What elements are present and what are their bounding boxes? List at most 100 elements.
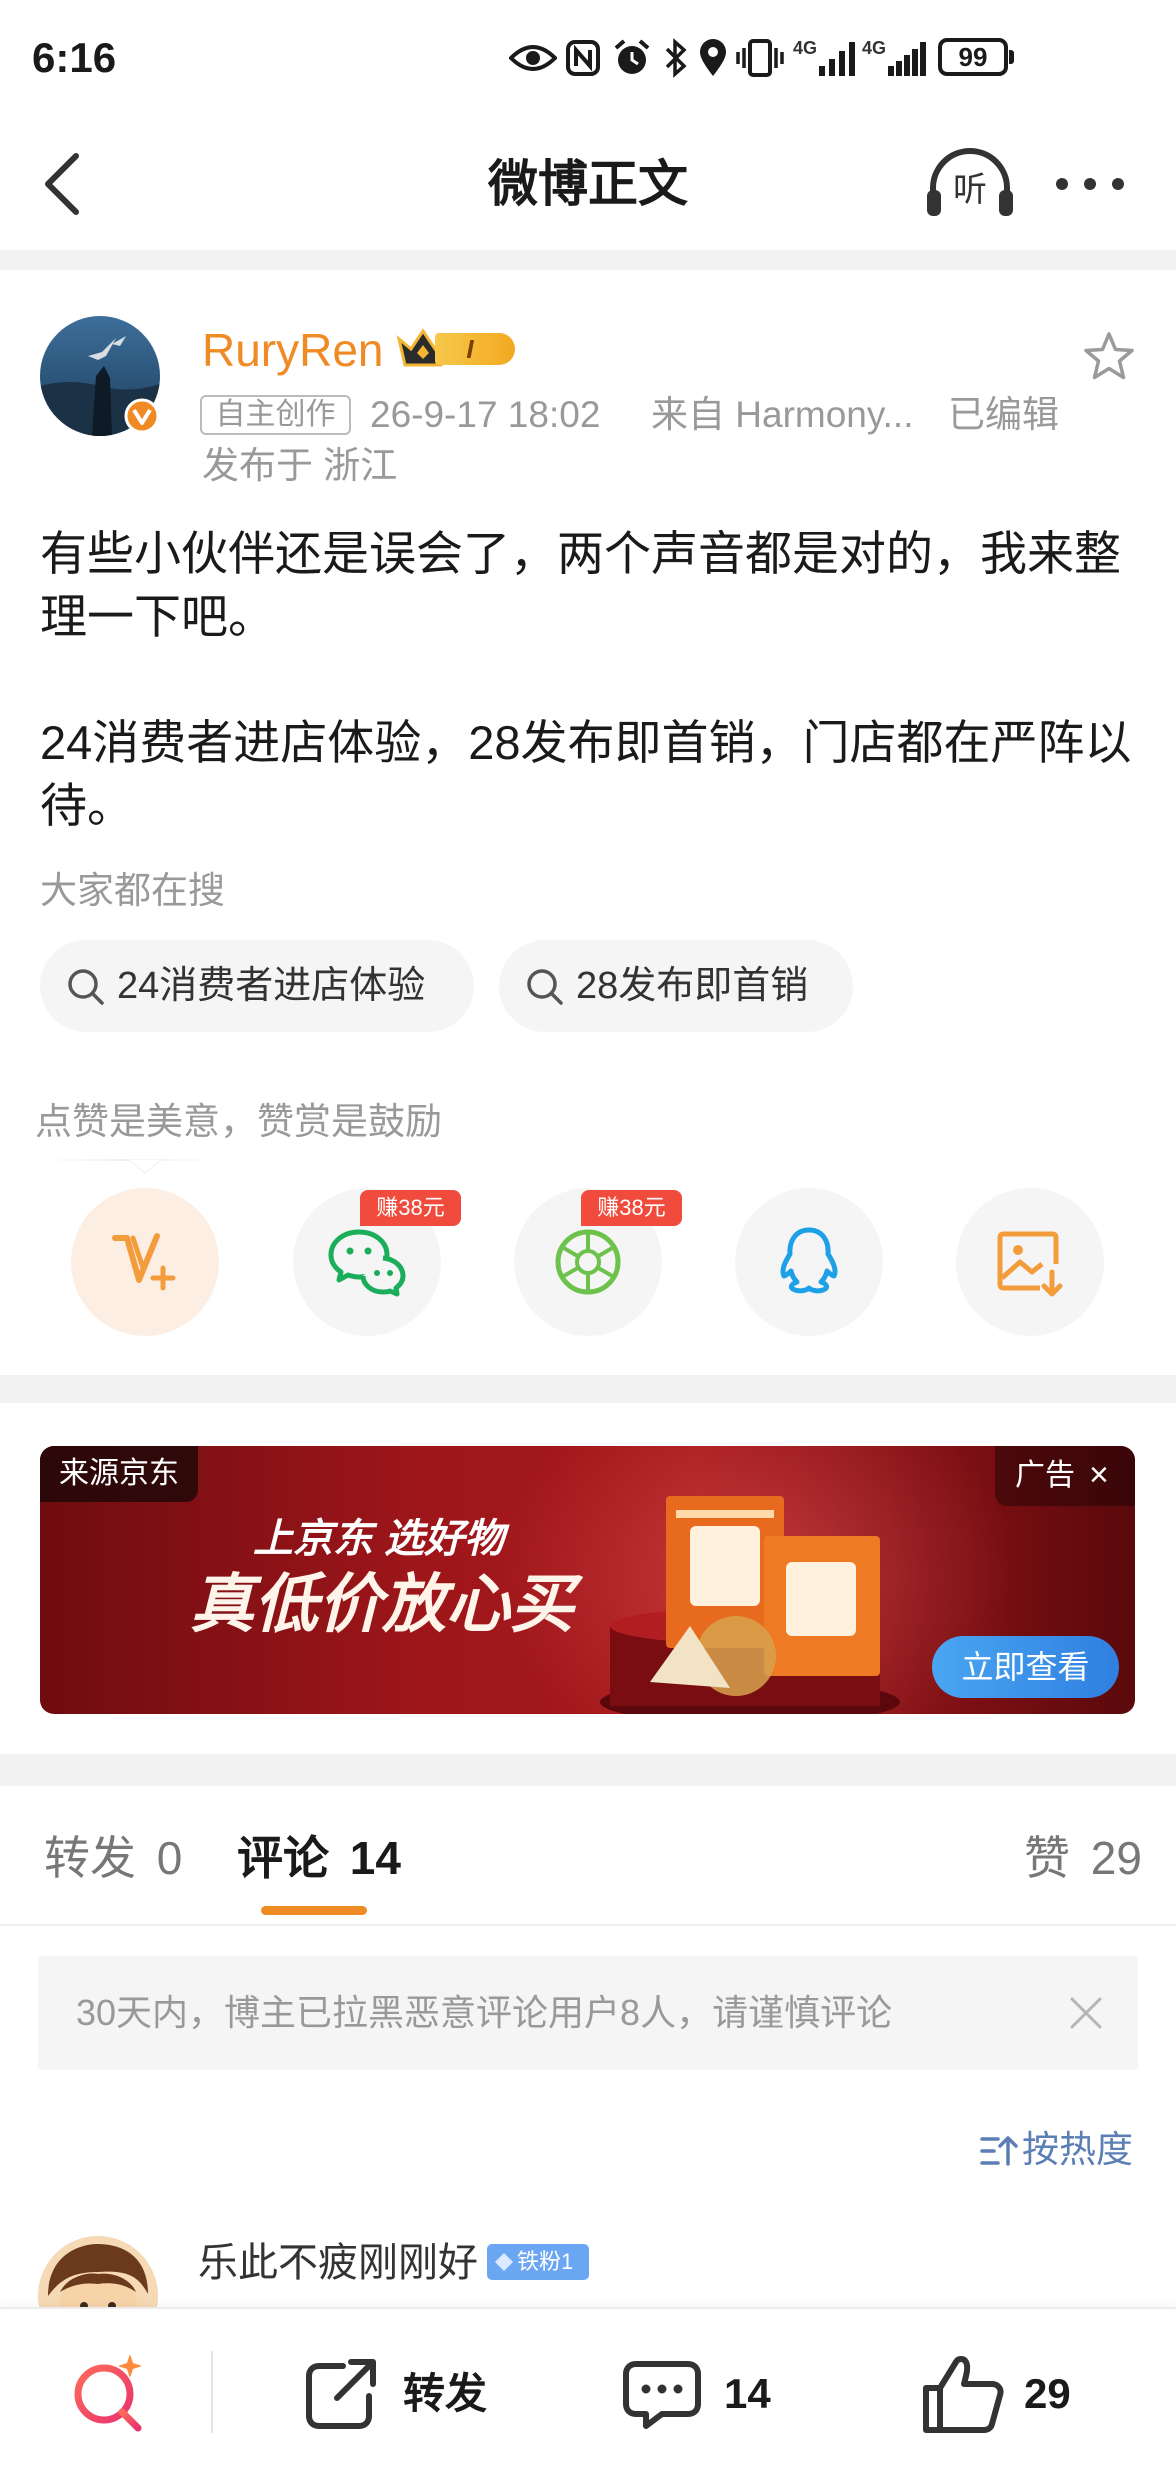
ad-label: 广告	[1015, 1459, 1075, 1492]
like-count: 29	[1024, 2370, 1071, 2417]
post-body: 有些小伙伴还是误会了，两个声音都是对的，我来整理一下吧。 24消费者进店体验，2…	[40, 522, 1150, 837]
hot-search-chip[interactable]: 24消费者进店体验	[40, 940, 474, 1032]
tooltip-pointer-icon	[128, 1159, 162, 1174]
share-qq-button[interactable]	[735, 1188, 883, 1336]
signal-2: 4G	[862, 38, 928, 78]
ad-label-box[interactable]: 广告 ×	[995, 1446, 1135, 1506]
status-bar: 6:16 4G 4G 99	[0, 0, 1176, 110]
divider-band	[0, 250, 1176, 270]
comment-icon	[623, 2361, 701, 2429]
signal-1: 4G	[793, 38, 855, 78]
header: 微博正文 听	[0, 110, 1176, 250]
network-type-2: 4G	[862, 38, 887, 58]
vip-crown-badge: I	[395, 325, 517, 371]
tab-comments-count: 14	[349, 1832, 401, 1884]
qq-icon	[780, 1227, 838, 1294]
commenter-name[interactable]: 乐此不疲刚刚好	[198, 2238, 478, 2288]
sort-label: 按热度	[1022, 2129, 1133, 2170]
tab-reposts-label: 转发	[44, 1832, 136, 1884]
v-plus-icon	[112, 1233, 176, 1291]
vip-level-pill: I	[435, 333, 515, 365]
notice-text: 30天内，博主已拉黑恶意评论用户8人，请谨慎评论	[76, 1992, 893, 2033]
original-tag: 自主创作	[200, 395, 351, 435]
sort-icon	[980, 2136, 1018, 2166]
listen-button[interactable]: 听	[925, 148, 1015, 220]
battery-indicator: 99	[938, 38, 1016, 76]
sort-toggle[interactable]: 按热度	[976, 2124, 1136, 2176]
tab-reposts[interactable]: 转发 0	[44, 1828, 182, 1888]
signal-bars-icon	[819, 42, 855, 76]
post-source[interactable]: 来自 Harmony...	[651, 392, 913, 438]
tab-reposts-count: 0	[156, 1832, 183, 1884]
ad-close-icon[interactable]: ×	[1089, 1446, 1109, 1504]
edited-label[interactable]: 已编辑	[948, 392, 1059, 438]
fan-badge-label: 铁粉1	[517, 2249, 574, 2274]
save-image-button[interactable]	[956, 1188, 1104, 1336]
author-name[interactable]: RuryRen	[202, 322, 384, 378]
tab-divider	[0, 1924, 1176, 1926]
diamond-icon	[495, 2253, 513, 2271]
save-image-icon	[997, 1231, 1063, 1297]
ad-source-label: 来源京东	[40, 1446, 198, 1502]
post-paragraph: 有些小伙伴还是误会了，两个声音都是对的，我来整理一下吧。	[40, 527, 1121, 643]
ad-source-text: 来源京东	[59, 1457, 179, 1490]
bluetooth-icon	[665, 38, 687, 78]
verified-badge-icon	[124, 398, 160, 434]
hot-search-chip[interactable]: 28发布即首销	[499, 940, 853, 1032]
battery-nub	[1009, 50, 1014, 64]
post-card: RuryRen I 自主创作 26-9-17 18:02 来自 Harmony.…	[0, 270, 1176, 1375]
post-location: 发布于 浙江	[202, 445, 398, 486]
vibrate-icon	[736, 39, 784, 77]
tab-comments-label: 评论	[237, 1832, 329, 1884]
comment-button[interactable]: 14	[622, 2354, 792, 2434]
divider-band	[0, 1754, 1176, 1786]
tab-likes[interactable]: 赞 29	[1024, 1828, 1142, 1888]
repost-label: 转发	[403, 2370, 488, 2417]
close-icon[interactable]	[1068, 1995, 1104, 2031]
vip-level-text: I	[466, 334, 474, 364]
tab-comments[interactable]: 评论 14	[237, 1828, 401, 1888]
wechat-icon	[328, 1229, 406, 1297]
thumbs-up-icon	[923, 2356, 1004, 2433]
comment-count: 14	[724, 2370, 771, 2417]
bottom-bar-divider	[211, 2351, 213, 2433]
original-tag-label: 自主创作	[215, 398, 336, 431]
status-time: 6:16	[32, 34, 117, 81]
like-button[interactable]: 29	[922, 2354, 1092, 2434]
alarm-icon	[614, 39, 650, 74]
favorite-star-icon[interactable]	[1082, 330, 1136, 384]
ad-banner[interactable]: 来源京东 广告 × 上京东 选好物 真低价放心买 立即查看	[40, 1446, 1135, 1714]
ai-search-icon[interactable]	[66, 2350, 152, 2436]
repost-icon	[306, 2359, 376, 2429]
hot-search-title: 大家都在搜	[40, 870, 225, 911]
reward-button[interactable]	[71, 1188, 219, 1336]
active-tab-indicator	[261, 1906, 367, 1915]
network-type-1: 4G	[793, 38, 818, 58]
ad-cta-button[interactable]: 立即查看	[932, 1636, 1119, 1698]
comment-item: 乐此不疲刚刚好 铁粉1	[0, 2230, 1176, 2356]
more-icon[interactable]	[1052, 174, 1128, 194]
listen-label: 听	[953, 171, 987, 209]
post-time: 26-9-17 18:02	[370, 394, 601, 435]
blocklist-notice: 30天内，博主已拉黑恶意评论用户8人，请谨慎评论	[38, 1956, 1138, 2070]
search-icon	[68, 969, 104, 1005]
earn-badge: 赚38元	[581, 1190, 682, 1226]
moments-icon	[555, 1229, 621, 1295]
battery-level: 99	[958, 42, 988, 72]
repost-button[interactable]: 转发	[303, 2354, 503, 2434]
ad-headline: 上京东 选好物	[253, 1517, 505, 1561]
tab-likes-label: 赞	[1024, 1832, 1070, 1884]
earn-badge: 赚38元	[360, 1190, 461, 1226]
signal-bars-icon	[888, 42, 926, 76]
ad-slogan: 真低价放心买	[190, 1568, 574, 1640]
ad-cta-label: 立即查看	[961, 1649, 1090, 1685]
hot-search-chip-label: 24消费者进店体验	[117, 965, 426, 1007]
post-paragraph: 24消费者进店体验，28发布即首销，门店都在严阵以待。	[40, 716, 1132, 832]
divider-band	[0, 1375, 1176, 1403]
tab-likes-count: 29	[1090, 1832, 1142, 1884]
nfc-icon	[566, 40, 600, 76]
location-icon	[700, 39, 726, 76]
eye-icon	[509, 45, 557, 71]
ad-product-illustration	[600, 1496, 900, 1714]
search-icon	[527, 969, 563, 1005]
